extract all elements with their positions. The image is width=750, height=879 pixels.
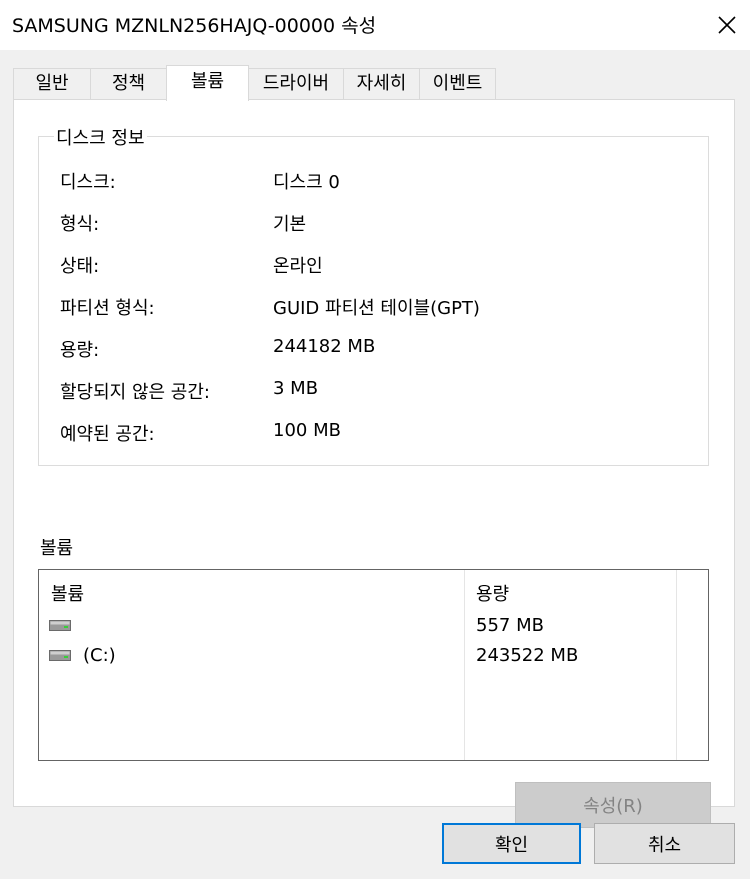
properties-button[interactable]: 속성(R) [515, 782, 711, 828]
capacity-label: 용량: [60, 340, 100, 361]
title-bar: SAMSUNG MZNLN256HAJQ-00000 속성 [0, 0, 750, 50]
type-value: 기본 [273, 214, 307, 235]
column-header-volume[interactable]: 볼륨 [51, 580, 84, 606]
partition-style-label: 파티션 형식: [60, 298, 155, 319]
tab-driver[interactable]: 드라이버 [248, 68, 344, 99]
dialog-body: 일반 정책 볼륨 드라이버 자세히 이벤트 디스크 정보 디스크: 디스크 0 … [0, 50, 750, 879]
disk-value: 디스크 0 [273, 172, 340, 193]
type-label: 형식: [60, 214, 100, 235]
disk-label: 디스크: [60, 172, 116, 193]
reserved-label: 예약된 공간: [60, 424, 155, 445]
cancel-button[interactable]: 취소 [594, 823, 735, 864]
window-title: SAMSUNG MZNLN256HAJQ-00000 속성 [12, 15, 377, 37]
tab-volumes[interactable]: 볼륨 [166, 65, 249, 101]
status-value: 온라인 [273, 256, 323, 277]
volume-name: (C:) [83, 645, 116, 666]
column-separator-end[interactable] [676, 570, 677, 760]
status-label: 상태: [60, 256, 100, 277]
drive-icon [49, 620, 71, 631]
column-header-capacity[interactable]: 용량 [476, 580, 509, 606]
tab-panel-volumes: 디스크 정보 디스크: 디스크 0 형식: 기본 상태: 온라인 파티션 형식:… [13, 99, 735, 828]
disk-info-group-label: 디스크 정보 [54, 124, 147, 150]
close-button[interactable] [704, 0, 750, 50]
volumes-list[interactable]: 볼륨 용량 557 MB (C:) 243522 MB [38, 569, 709, 761]
tab-general[interactable]: 일반 [13, 68, 91, 99]
capacity-value: 244182 MB [273, 336, 376, 357]
unallocated-label: 할당되지 않은 공간: [60, 382, 210, 403]
volume-capacity: 243522 MB [476, 645, 579, 666]
ok-button[interactable]: 확인 [442, 823, 581, 864]
volume-capacity: 557 MB [476, 615, 544, 636]
reserved-value: 100 MB [273, 420, 341, 441]
close-icon [718, 16, 736, 34]
unallocated-value: 3 MB [273, 378, 319, 399]
column-separator[interactable] [464, 570, 465, 760]
partition-style-value: GUID 파티션 테이블(GPT) [273, 298, 480, 319]
volumes-section-label: 볼륨 [40, 538, 74, 559]
tab-details[interactable]: 자세히 [343, 68, 420, 99]
tab-events[interactable]: 이벤트 [419, 68, 496, 99]
drive-icon [49, 650, 71, 661]
tab-policies[interactable]: 정책 [90, 68, 167, 99]
